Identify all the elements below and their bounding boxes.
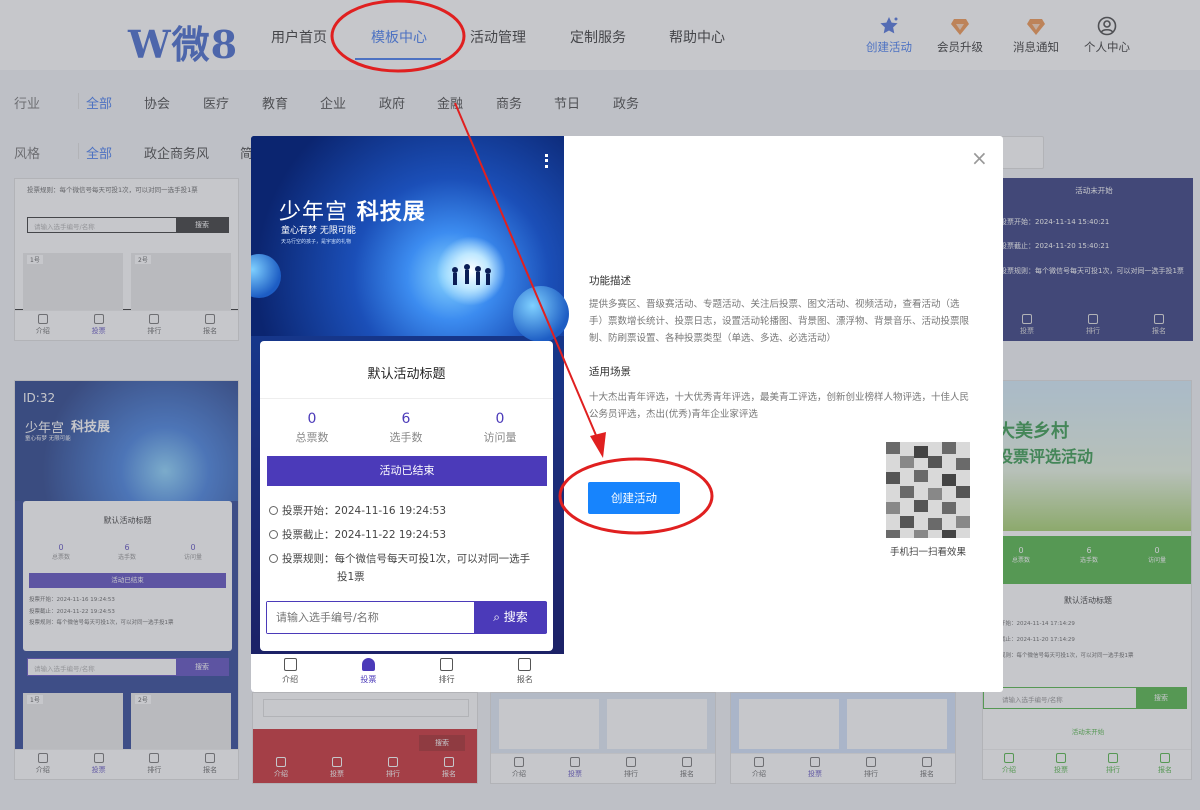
stat-label: 总票数 bbox=[295, 431, 329, 444]
signup-icon bbox=[518, 658, 532, 671]
preview-banner: 少年宫 科技展 童心有梦 无限可能 天马行空的孩子，是宇宙的礼物 bbox=[251, 136, 569, 342]
preview-activity-title: 默认活动标题 bbox=[367, 367, 446, 382]
children-silhouette-icon bbox=[452, 264, 491, 285]
preview-title: 少年宫 科技展 bbox=[279, 194, 426, 226]
phone-preview: 少年宫 科技展 童心有梦 无限可能 天马行空的孩子，是宇宙的礼物 默认活动标题 … bbox=[251, 136, 569, 692]
vote-start-time: 投票开始：2024-11-16 19:24:53 bbox=[269, 503, 446, 518]
tab-ranking[interactable]: 排行 bbox=[408, 654, 486, 692]
vote-end-time: 投票截止：2024-11-22 19:24:53 bbox=[269, 527, 446, 542]
template-preview-modal: 少年宫 科技展 童心有梦 无限可能 天马行空的孩子，是宇宙的礼物 默认活动标题 … bbox=[251, 136, 1003, 692]
divider bbox=[260, 398, 553, 399]
preview-info-card: 默认活动标题 0 总票数 6 选手数 0 访问量 活动已结束 投票开始：2024-11… bbox=[260, 341, 553, 651]
page: { "header": { "logo": "W微8", "nav": ["用户… bbox=[0, 0, 1200, 810]
stat-value: 0 bbox=[307, 411, 317, 427]
intro-icon bbox=[283, 658, 297, 671]
stat-label: 访问量 bbox=[483, 431, 517, 444]
player-search-input[interactable] bbox=[267, 602, 473, 633]
qr-caption: 手机扫一扫看效果 bbox=[889, 547, 966, 558]
clock-icon bbox=[269, 530, 278, 539]
player-search-button[interactable]: ⌕ 搜索 bbox=[474, 602, 547, 633]
planet-decoration bbox=[251, 254, 281, 298]
scene-description: 十大杰出青年评选，十大优秀青年评选，最美青工评选，创新创业榜样人物评选，十佳人民… bbox=[589, 392, 970, 420]
stat-total-votes: 0 总票数 bbox=[267, 411, 357, 445]
feature-description: 提供多赛区、晋级赛活动、专题活动、关注后投票、图文活动、视频活动，查看活动（选手… bbox=[589, 299, 970, 344]
preview-slogan: 童心有梦 无限可能 bbox=[281, 226, 356, 236]
search-button-label: 搜索 bbox=[503, 610, 528, 624]
stat-value: 6 bbox=[401, 411, 411, 427]
vote-rule-cont: 投1票 bbox=[337, 571, 365, 583]
vote-icon bbox=[361, 658, 375, 671]
tab-label: 介绍 bbox=[282, 675, 299, 684]
vote-end-text: 投票截止：2024-11-22 19:24:53 bbox=[282, 529, 447, 541]
create-activity-button[interactable]: 创建活动 bbox=[588, 482, 680, 514]
player-search: ⌕ 搜索 bbox=[266, 601, 547, 634]
more-dots-icon[interactable] bbox=[545, 154, 548, 168]
vote-start-text: 投票开始：2024-11-16 19:24:53 bbox=[282, 505, 447, 517]
stat-visits: 0 访问量 bbox=[455, 411, 545, 445]
search-icon: ⌕ bbox=[493, 610, 500, 624]
stat-players: 6 选手数 bbox=[361, 411, 451, 445]
tab-vote[interactable]: 投票 bbox=[329, 654, 407, 692]
preview-tabbar: 介绍 投票 排行 报名 bbox=[251, 654, 564, 692]
preview-title2: 科技展 bbox=[356, 200, 426, 225]
tab-label: 投票 bbox=[360, 675, 377, 684]
tab-signup[interactable]: 报名 bbox=[486, 654, 564, 692]
ranking-icon bbox=[440, 658, 454, 671]
stat-value: 0 bbox=[495, 411, 505, 427]
qr-code-icon bbox=[886, 442, 970, 538]
clock-icon bbox=[269, 506, 278, 515]
feature-heading: 功能描述 bbox=[589, 275, 631, 287]
close-icon[interactable]: × bbox=[971, 146, 988, 170]
vote-rule: 投票规则：每个微信号每天可投1次，可以对同一选手 bbox=[269, 551, 530, 566]
tab-intro[interactable]: 介绍 bbox=[251, 654, 329, 692]
vote-rule-text: 投票规则：每个微信号每天可投1次，可以对同一选手 bbox=[282, 553, 531, 565]
tab-label: 报名 bbox=[516, 675, 533, 684]
tab-label: 排行 bbox=[438, 675, 455, 684]
info-icon bbox=[269, 554, 278, 563]
planet-decoration bbox=[513, 286, 569, 342]
preview-title1: 少年宫 bbox=[279, 200, 349, 225]
stat-label: 选手数 bbox=[389, 431, 423, 444]
activity-ended-button[interactable]: 活动已结束 bbox=[267, 456, 547, 486]
scene-heading: 适用场景 bbox=[589, 366, 631, 378]
preview-subslogan: 天马行空的孩子，是宇宙的礼物 bbox=[281, 239, 352, 245]
